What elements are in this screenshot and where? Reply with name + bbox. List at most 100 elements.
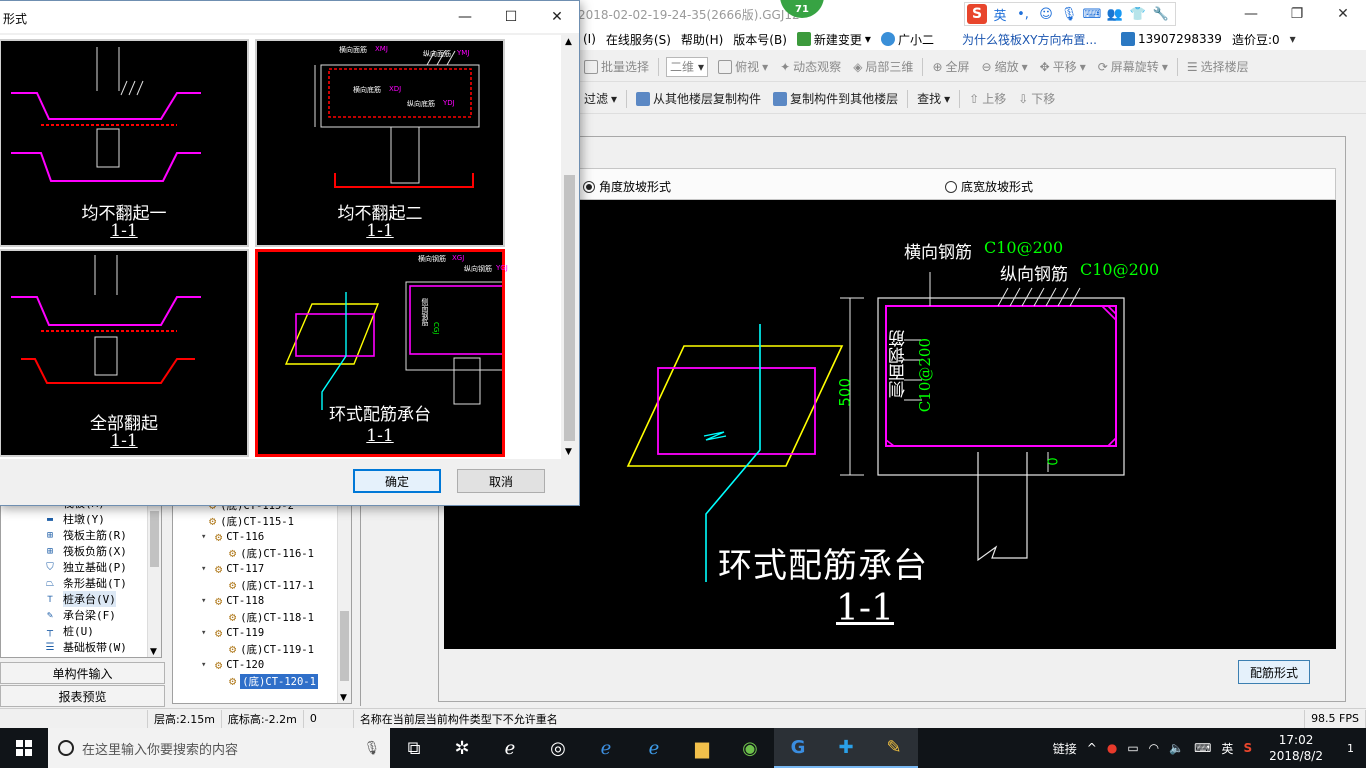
glodon-plus-icon[interactable]: ✚ bbox=[822, 728, 870, 768]
ie-icon[interactable]: ℯ bbox=[486, 728, 534, 768]
taskbar-search[interactable]: 在这里输入你要搜索的内容 🎙 bbox=[48, 728, 390, 768]
radio-angle-slope[interactable]: 角度放坡形式 bbox=[583, 178, 671, 195]
wifi-icon[interactable]: ◠ bbox=[1144, 741, 1164, 755]
list-item[interactable]: ⚙ (底)CT-118-1 bbox=[229, 609, 314, 625]
fan-app-icon[interactable]: ✲ bbox=[438, 728, 486, 768]
swirl-app-icon[interactable]: ◎ bbox=[534, 728, 582, 768]
tree-item-pile-cap[interactable]: ⊤ 桩承台(V) bbox=[41, 591, 116, 607]
copy-to-floor-button[interactable]: 复制构件到其他楼层 bbox=[767, 90, 904, 107]
keyboard-icon[interactable]: ⌨ bbox=[1082, 4, 1102, 24]
scroll-thumb[interactable] bbox=[340, 611, 349, 681]
menu-online-service[interactable]: 在线服务(S) bbox=[601, 31, 676, 48]
more-icon[interactable]: ▾ bbox=[1285, 32, 1301, 46]
menu-version[interactable]: 版本号(B) bbox=[728, 31, 792, 48]
battery-icon[interactable]: ▭ bbox=[1122, 741, 1143, 755]
option-ring-rebar-cap[interactable]: 横向钢筋 XGJ 纵向钢筋 YGJ 侧面钢筋 CGJ 环式配筋承台 1-1 bbox=[255, 249, 531, 457]
tree-item-strip-footing[interactable]: ⏢ 条形基础(T) bbox=[41, 575, 127, 591]
ie-blue-icon[interactable]: ℯ bbox=[630, 728, 678, 768]
move-up-button[interactable]: ⇧ 上移 bbox=[963, 90, 1012, 107]
ok-button[interactable]: 确定 bbox=[353, 469, 441, 493]
scroll-down-icon[interactable]: ▼ bbox=[340, 693, 347, 703]
list-item[interactable]: ▾ ⚙ CT-120 bbox=[201, 657, 264, 673]
radio-width-slope[interactable]: 底宽放坡形式 bbox=[945, 178, 1033, 195]
sogou-tray-icon[interactable]: S bbox=[1238, 741, 1257, 755]
close-icon[interactable]: ✕ bbox=[1320, 0, 1366, 28]
list-item[interactable]: ▾ ⚙ CT-119 bbox=[201, 625, 264, 641]
ime-lang-toggle[interactable]: 英 bbox=[990, 4, 1010, 24]
users-icon[interactable]: 👥 bbox=[1105, 4, 1125, 24]
left-tree-scrollbar[interactable]: ▼ bbox=[147, 501, 161, 657]
option-all-bend[interactable]: 全部翻起 1-1 bbox=[0, 249, 249, 457]
punctuation-icon[interactable]: •, bbox=[1013, 4, 1033, 24]
list-item[interactable]: ⚙ (底)CT-116-1 bbox=[229, 545, 314, 561]
expand-icon[interactable]: ▾ bbox=[201, 628, 211, 638]
dialog-scrollbar[interactable]: ▲ ▼ bbox=[561, 35, 578, 459]
menu-item-i[interactable]: (I) bbox=[578, 32, 601, 46]
top-view-button[interactable]: 俯视 ▾ bbox=[712, 58, 774, 75]
file-explorer-icon[interactable]: ▆ bbox=[678, 728, 726, 768]
shirt-icon[interactable]: 👕 bbox=[1128, 4, 1148, 24]
dialog-maximize-icon[interactable]: ☐ bbox=[491, 3, 531, 31]
option-no-bend-2[interactable]: 横向面筋 XMJ 纵向面筋 YMJ 横向底筋 XDJ 纵向底筋 YDJ 均不翻起… bbox=[255, 39, 505, 247]
cancel-button[interactable]: 取消 bbox=[457, 469, 545, 493]
start-button[interactable] bbox=[0, 728, 48, 768]
list-item[interactable]: ⚙ (底)CT-117-1 bbox=[229, 577, 314, 593]
expand-icon[interactable]: ▾ bbox=[201, 660, 211, 670]
rotate-button[interactable]: ⟳ 屏幕旋转 ▾ bbox=[1092, 58, 1174, 75]
menu-help[interactable]: 帮助(H) bbox=[676, 31, 728, 48]
tree-item-cap-beam[interactable]: ✎ 承台梁(F) bbox=[41, 607, 116, 623]
notification-center-icon[interactable]: 1 bbox=[1335, 742, 1366, 755]
volume-icon[interactable]: 🔈 bbox=[1164, 741, 1189, 755]
local-3d-button[interactable]: ◈ 局部三维 bbox=[847, 58, 919, 75]
expand-icon[interactable]: ▾ bbox=[201, 564, 211, 574]
list-item[interactable]: ▾ ⚙ CT-118 bbox=[201, 593, 264, 609]
dialog-minimize-icon[interactable]: — bbox=[445, 3, 485, 31]
restore-icon[interactable]: ❐ bbox=[1274, 0, 1320, 28]
mic-icon[interactable]: 🎙 bbox=[363, 741, 380, 756]
tree-item-pile[interactable]: ┬ 桩(U) bbox=[41, 623, 94, 639]
tree-item-raft-main-rebar[interactable]: ⊞ 筏板主筋(R) bbox=[41, 527, 127, 543]
zoom-button[interactable]: ⊖ 缩放 ▾ bbox=[976, 58, 1034, 75]
red-dot-icon[interactable]: ● bbox=[1102, 741, 1122, 755]
view-mode-select[interactable]: 二维 ▾ bbox=[666, 56, 709, 77]
move-down-button[interactable]: ⇩ 下移 bbox=[1012, 90, 1061, 107]
batch-select-button[interactable]: 批量选择 bbox=[578, 58, 655, 75]
single-component-input-button[interactable]: 单构件输入 bbox=[0, 662, 165, 684]
pan-button[interactable]: ✥ 平移 ▾ bbox=[1034, 58, 1092, 75]
option-no-bend-1[interactable]: 均不翻起一 1-1 bbox=[0, 39, 249, 247]
link-label[interactable]: 链接 bbox=[1048, 740, 1082, 757]
list-item[interactable]: ⚙ (底)CT-119-1 bbox=[229, 641, 314, 657]
ime-indicator[interactable]: 英 bbox=[1216, 740, 1238, 757]
find-button[interactable]: 查找 ▾ bbox=[911, 90, 956, 107]
wrench-icon[interactable]: 🔧 bbox=[1151, 4, 1171, 24]
select-floor-button[interactable]: ☰ 选择楼层 bbox=[1181, 58, 1255, 75]
minimize-icon[interactable]: — bbox=[1228, 0, 1274, 28]
fullscreen-button[interactable]: ⊕ 全屏 bbox=[926, 58, 975, 75]
green-app-icon[interactable]: ◉ bbox=[726, 728, 774, 768]
glodon-g-icon[interactable]: G bbox=[774, 728, 822, 768]
expand-icon[interactable]: ▾ bbox=[201, 532, 211, 542]
keyboard-icon[interactable]: ⌨ bbox=[1189, 741, 1216, 755]
notepad-app-icon[interactable]: ✎ bbox=[870, 728, 918, 768]
copy-from-floor-button[interactable]: 从其他楼层复制构件 bbox=[630, 90, 767, 107]
mid-tree-scrollbar[interactable]: ▼ bbox=[337, 501, 351, 703]
filter-button[interactable]: 过滤 ▾ bbox=[578, 90, 623, 107]
scroll-down-icon[interactable]: ▼ bbox=[150, 647, 157, 657]
cost-bean[interactable]: 造价豆:0 bbox=[1227, 31, 1285, 48]
list-item[interactable]: ⚙ (底)CT-115-1 bbox=[209, 513, 294, 529]
chevron-up-icon[interactable]: ^ bbox=[1082, 741, 1102, 755]
task-view-icon[interactable]: ⧉ bbox=[390, 728, 438, 768]
list-item-selected[interactable]: ⚙ (底)CT-120-1 bbox=[229, 673, 318, 689]
sogou-logo-icon[interactable]: S bbox=[967, 4, 987, 24]
scroll-down-icon[interactable]: ▼ bbox=[565, 447, 572, 457]
scroll-up-icon[interactable]: ▲ bbox=[565, 37, 572, 47]
emoji-icon[interactable]: ☺ bbox=[1036, 4, 1056, 24]
clock[interactable]: 17:02 2018/8/2 bbox=[1257, 732, 1335, 764]
tree-item-foundation-band[interactable]: ☰ 基础板带(W) bbox=[41, 639, 127, 655]
rebar-form-button[interactable]: 配筋形式 bbox=[1238, 660, 1310, 684]
question-link[interactable]: 为什么筏板XY方向布置... bbox=[957, 31, 1102, 48]
dynamic-view-button[interactable]: ✦ 动态观察 bbox=[774, 58, 847, 75]
tree-item-pier[interactable]: ▬ 柱墩(Y) bbox=[41, 511, 105, 527]
tree-item-isolated-footing[interactable]: ⛉ 独立基础(P) bbox=[41, 559, 127, 575]
tree-item-raft-neg-rebar[interactable]: ⊞ 筏板负筋(X) bbox=[41, 543, 127, 559]
